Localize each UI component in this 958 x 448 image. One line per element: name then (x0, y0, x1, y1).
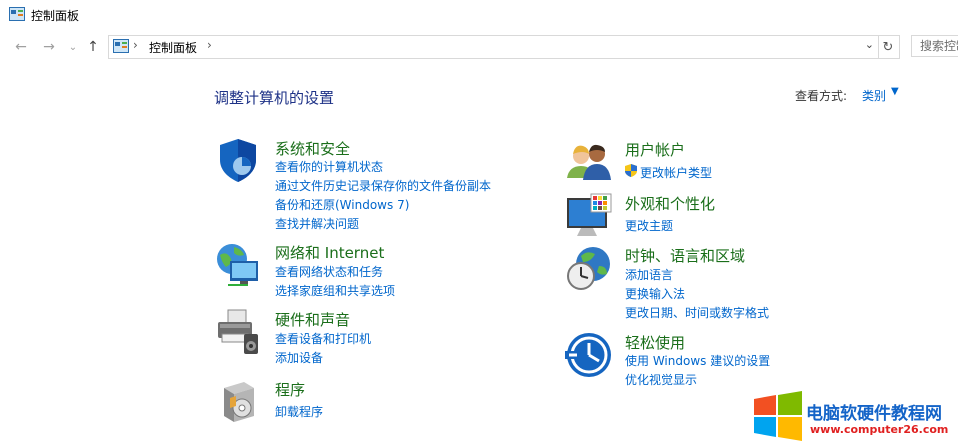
back-button[interactable]: ← (12, 38, 30, 56)
control-panel-icon (113, 39, 129, 53)
breadcrumb-separator[interactable]: › (133, 38, 138, 52)
recent-locations-button[interactable]: ⌄ (64, 38, 82, 56)
user-accounts-icon[interactable] (565, 138, 613, 186)
security-shield-icon[interactable] (214, 136, 262, 184)
window-title: 控制面板 (31, 9, 80, 23)
link-add-device[interactable]: 添加设备 (275, 349, 323, 366)
ease-of-access-icon[interactable] (565, 331, 613, 379)
title-bar: 控制面板 (0, 0, 958, 30)
network-globe-icon[interactable] (214, 241, 262, 289)
category-title[interactable]: 用户帐户 (625, 139, 685, 160)
link-change-date-time-format[interactable]: 更改日期、时间或数字格式 (625, 304, 769, 321)
view-by-dropdown[interactable]: 类别 (862, 87, 886, 104)
link-add-language[interactable]: 添加语言 (625, 266, 673, 283)
clock-globe-icon[interactable] (565, 244, 613, 292)
view-by-label: 查看方式: (795, 89, 848, 103)
printer-speaker-icon[interactable] (214, 308, 262, 356)
link-file-history-backup[interactable]: 通过文件历史记录保存你的文件备份副本 (275, 177, 491, 194)
breadcrumb-separator[interactable]: › (207, 38, 212, 52)
category-title[interactable]: 外观和个性化 (625, 193, 715, 214)
link-change-input-method[interactable]: 更换输入法 (625, 285, 685, 302)
page-title: 调整计算机的设置 (214, 89, 335, 107)
watermark-url: www.computer26.com (810, 423, 949, 436)
category-title[interactable]: 程序 (275, 379, 305, 400)
chevron-down-icon[interactable]: ▼ (891, 86, 899, 97)
category-title[interactable]: 轻松使用 (625, 332, 685, 353)
navigation-bar: ← → ⌄ ↑ › 控制面板 › ⌄ ↻ 搜索控制面板 (0, 30, 958, 64)
category-title[interactable]: 系统和安全 (275, 138, 350, 159)
link-change-account-type[interactable]: 更改帐户类型 (640, 164, 712, 181)
refresh-button[interactable]: ↻ (877, 35, 900, 59)
watermark: 电脑软硬件教程网 www.computer26.com (752, 391, 958, 448)
control-panel-icon (9, 7, 25, 21)
link-optimize-visual-display[interactable]: 优化视觉显示 (625, 371, 697, 388)
category-title[interactable]: 时钟、语言和区域 (625, 245, 745, 266)
watermark-title: 电脑软硬件教程网 (806, 404, 942, 424)
search-input[interactable]: 搜索控制面板 (911, 35, 958, 57)
link-troubleshoot[interactable]: 查找并解决问题 (275, 215, 359, 232)
link-network-status[interactable]: 查看网络状态和任务 (275, 263, 383, 280)
up-button[interactable]: ↑ (84, 38, 102, 56)
address-dropdown-button[interactable]: ⌄ (865, 38, 874, 51)
forward-button[interactable]: → (40, 38, 58, 56)
category-title[interactable]: 网络和 Internet (275, 242, 384, 263)
link-backup-restore[interactable]: 备份和还原(Windows 7) (275, 196, 409, 213)
breadcrumb-control-panel[interactable]: 控制面板 (149, 39, 197, 56)
link-change-theme[interactable]: 更改主题 (625, 217, 673, 234)
programs-box-icon[interactable] (214, 378, 262, 426)
link-devices-printers[interactable]: 查看设备和打印机 (275, 330, 371, 347)
link-uninstall-program[interactable]: 卸载程序 (275, 403, 323, 420)
link-view-computer-status[interactable]: 查看你的计算机状态 (275, 158, 383, 175)
uac-shield-icon (625, 164, 637, 177)
link-homegroup-sharing[interactable]: 选择家庭组和共享选项 (275, 282, 395, 299)
windows-logo-icon (754, 391, 802, 441)
address-bar[interactable]: › 控制面板 › ⌄ (108, 35, 879, 59)
link-recommended-settings[interactable]: 使用 Windows 建议的设置 (625, 352, 770, 369)
category-title[interactable]: 硬件和声音 (275, 309, 350, 330)
appearance-monitor-icon[interactable] (565, 192, 613, 240)
